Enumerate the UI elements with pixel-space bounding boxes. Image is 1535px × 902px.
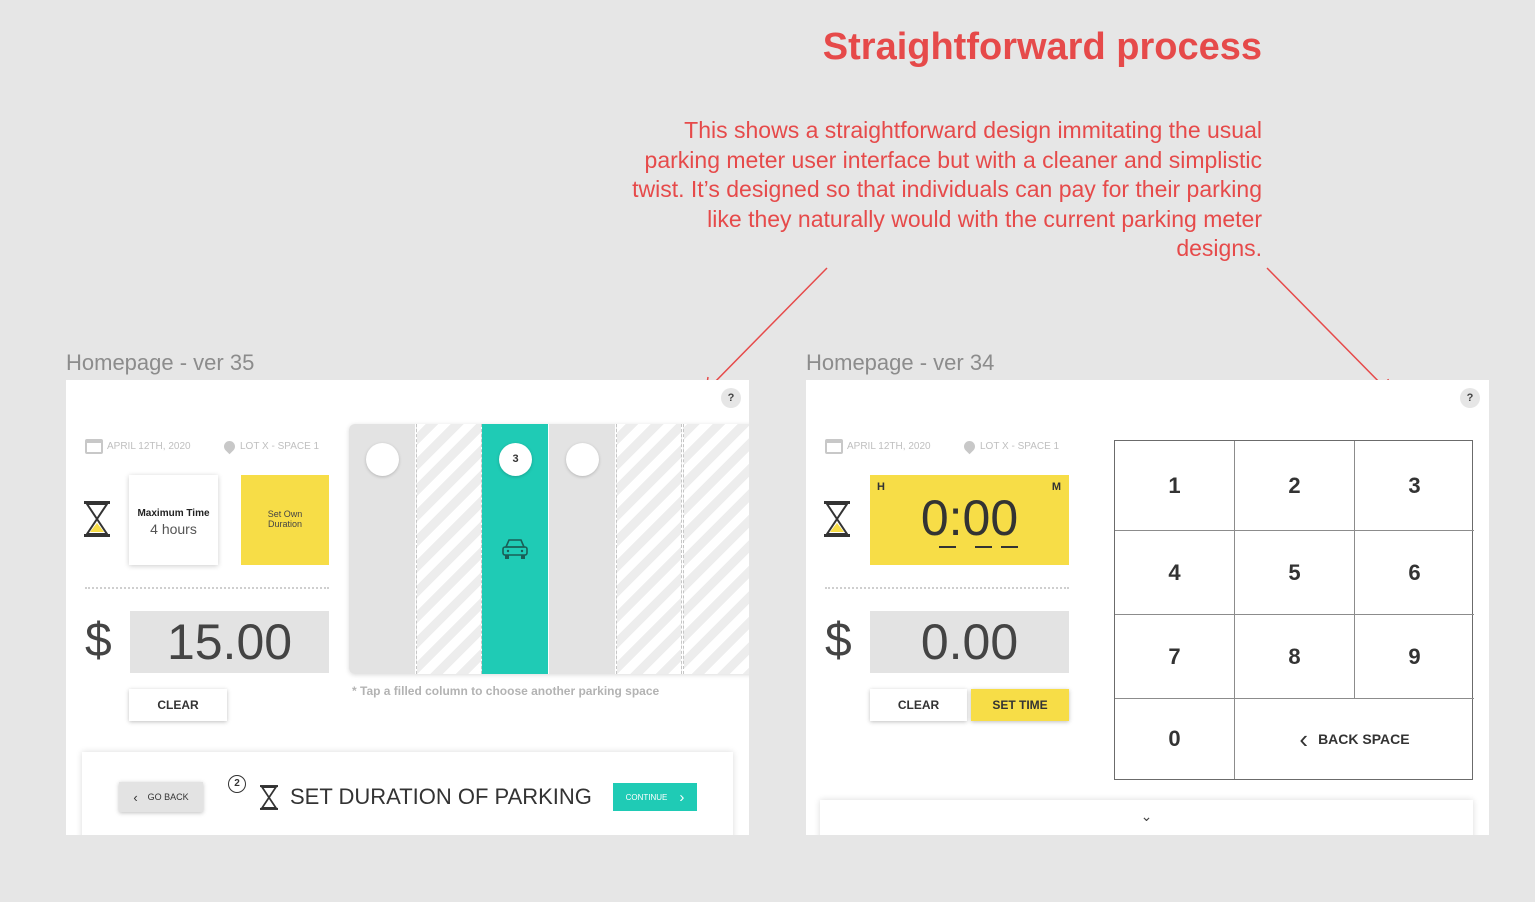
digit-underline — [939, 546, 956, 548]
date-text: APRIL 12TH, 2020 — [107, 441, 191, 452]
date-text: APRIL 12TH, 2020 — [847, 441, 931, 452]
back-space-label: BACK SPACE — [1318, 731, 1410, 747]
frame-label-ver35: Homepage - ver 35 — [66, 350, 255, 375]
chevron-down-icon[interactable]: ⌄ — [820, 808, 1473, 825]
parking-space-column — [616, 424, 682, 674]
date-info: APRIL 12TH, 2020 — [825, 439, 931, 454]
parking-space-selected[interactable]: 3 — [482, 424, 548, 674]
set-own-line1: Set Own — [267, 509, 303, 519]
location-pin-icon — [961, 438, 978, 455]
step-title: SET DURATION OF PARKING — [290, 784, 592, 809]
chevron-right-icon: › — [679, 788, 685, 806]
timer-value: 0:00 — [920, 490, 1019, 546]
key-5[interactable]: 5 — [1235, 531, 1355, 615]
frame-label-ver34: Homepage - ver 34 — [806, 350, 995, 375]
continue-button[interactable]: CONTINUE › — [613, 783, 697, 811]
set-own-line2: Duration — [267, 519, 303, 529]
clear-button[interactable]: CLEAR — [129, 689, 227, 721]
max-time-card[interactable]: Maximum Time 4 hours — [129, 475, 218, 565]
key-3[interactable]: 3 — [1355, 441, 1474, 531]
dotted-divider — [85, 587, 329, 589]
bottom-drawer[interactable]: ⌄ — [820, 800, 1473, 835]
space-marker — [366, 443, 399, 476]
key-6[interactable]: 6 — [1355, 531, 1474, 615]
chevron-left-icon: ‹ — [1299, 724, 1309, 754]
selected-space-number: 3 — [499, 443, 532, 476]
parking-space-column — [416, 424, 482, 674]
location-pin-icon — [221, 438, 238, 455]
homepage-ver34-frame: ? APRIL 12TH, 2020 LOT X - SPACE 1 H M 0… — [806, 380, 1489, 835]
dollar-sign: $ — [825, 614, 852, 667]
key-1[interactable]: 1 — [1115, 441, 1235, 531]
location-text: LOT X - SPACE 1 — [980, 441, 1060, 452]
hourglass-icon — [824, 501, 850, 537]
chevron-left-icon: ‹ — [133, 789, 138, 805]
key-7[interactable]: 7 — [1115, 615, 1235, 699]
dotted-divider — [825, 587, 1069, 589]
car-icon — [502, 539, 528, 559]
parking-lot-selector: 3 — [349, 424, 749, 674]
max-time-title: Maximum Time — [137, 508, 210, 519]
set-own-duration-button[interactable]: Set Own Duration — [241, 475, 329, 565]
price-display: 15.00 — [130, 611, 329, 673]
location-info: LOT X - SPACE 1 — [221, 438, 320, 455]
key-8[interactable]: 8 — [1235, 615, 1355, 699]
clear-button[interactable]: CLEAR — [870, 689, 967, 721]
numeric-keypad: 1 2 3 4 5 6 7 8 9 0 ‹ BACK SPACE — [1114, 440, 1474, 780]
price-display: 0.00 — [870, 611, 1069, 673]
homepage-ver35-frame: ? APRIL 12TH, 2020 LOT X - SPACE 1 Maxim… — [66, 380, 749, 835]
help-button[interactable]: ? — [1460, 388, 1480, 408]
date-info: APRIL 12TH, 2020 — [85, 439, 191, 454]
location-text: LOT X - SPACE 1 — [240, 441, 320, 452]
key-4[interactable]: 4 — [1115, 531, 1235, 615]
continue-label: CONTINUE — [625, 792, 668, 802]
hourglass-small-icon — [260, 785, 278, 810]
go-back-button[interactable]: ‹ GO BACK — [119, 782, 203, 812]
key-2[interactable]: 2 — [1235, 441, 1355, 531]
space-marker — [566, 443, 599, 476]
set-time-button[interactable]: SET TIME — [971, 689, 1069, 721]
duration-timer[interactable]: H M 0:00 — [870, 475, 1069, 565]
parking-space-column — [683, 424, 749, 674]
key-0[interactable]: 0 — [1115, 699, 1235, 779]
calendar-icon — [85, 439, 103, 454]
go-back-label: GO BACK — [147, 792, 189, 802]
step-footer: ‹ GO BACK 2 SET DURATION OF PARKING CONT… — [82, 752, 733, 835]
location-info: LOT X - SPACE 1 — [961, 438, 1060, 455]
digit-underline — [1001, 546, 1018, 548]
calendar-icon — [825, 439, 843, 454]
parking-space-column[interactable] — [349, 424, 415, 674]
max-time-value: 4 hours — [150, 521, 197, 537]
help-button[interactable]: ? — [721, 388, 741, 408]
dollar-sign: $ — [85, 614, 112, 667]
back-space-key[interactable]: ‹ BACK SPACE — [1235, 699, 1474, 779]
parking-space-column[interactable] — [549, 424, 615, 674]
hourglass-icon — [84, 501, 110, 537]
step-number: 2 — [228, 775, 246, 793]
key-9[interactable]: 9 — [1355, 615, 1474, 699]
tap-note: * Tap a filled column to choose another … — [352, 684, 660, 698]
digit-underline — [975, 546, 992, 548]
